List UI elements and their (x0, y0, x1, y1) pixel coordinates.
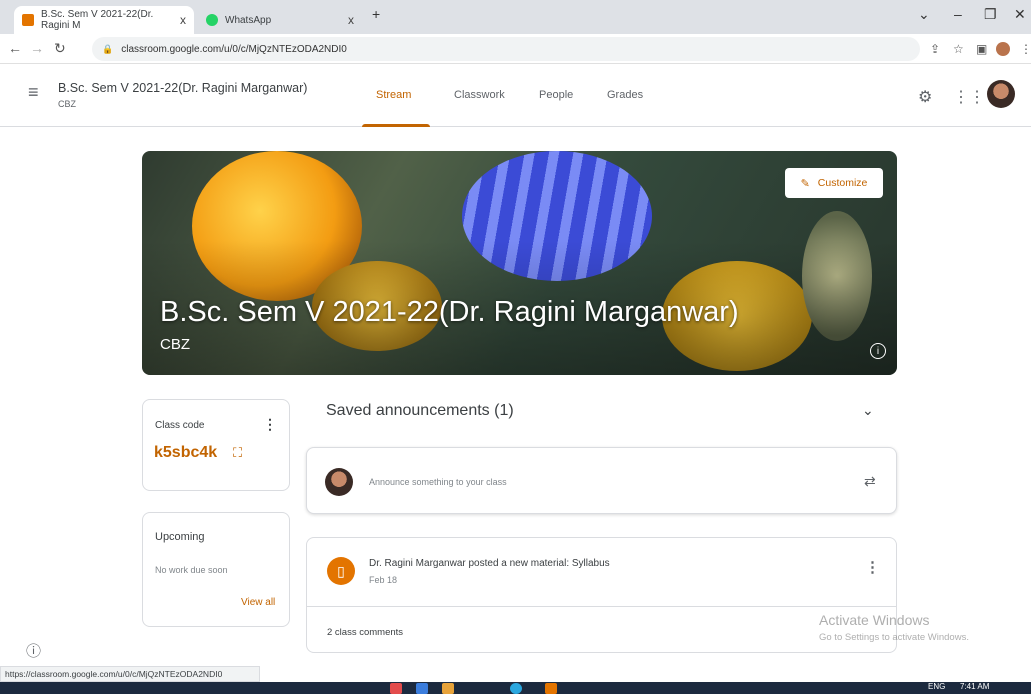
taskbar-app-icon[interactable] (545, 683, 557, 694)
customize-label: Customize (817, 177, 868, 189)
browser-toolbar: ← → ↻ 🔒 classroom.google.com/u/0/c/MjQzN… (0, 34, 1031, 64)
more-options-icon[interactable]: ⋮ (865, 558, 880, 576)
class-code-value: k5sbc4k (154, 444, 218, 461)
classroom-header: ≡ B.Sc. Sem V 2021-22(Dr. Ragini Marganw… (0, 64, 1031, 127)
taskbar-app-icon[interactable] (390, 683, 402, 694)
settings-gear-icon[interactable]: ⚙ (918, 87, 932, 107)
taskbar-language[interactable]: ENG (928, 682, 945, 691)
view-all-link[interactable]: View all (241, 597, 275, 608)
tab-stream[interactable]: Stream (376, 89, 411, 101)
forward-icon[interactable]: → (30, 40, 44, 56)
class-info-icon[interactable]: i (870, 343, 886, 359)
classroom-favicon-icon (22, 14, 34, 26)
taskbar-clock[interactable]: 7:41 AM (960, 682, 989, 691)
browser-tab-strip: B.Sc. Sem V 2021-22(Dr. Ragini M x Whats… (0, 0, 1031, 34)
activate-windows-watermark: Activate Windows Go to Settings to activ… (819, 612, 969, 643)
customize-button[interactable]: ✎ Customize (785, 168, 883, 198)
reuse-post-icon[interactable]: ⇄ (864, 473, 876, 490)
upcoming-title: Upcoming (155, 531, 205, 543)
class-code-card: Class code ⋮ k5sbc4k ⛶ (142, 399, 290, 491)
fullscreen-icon[interactable]: ⛶ (233, 445, 242, 461)
close-window-icon[interactable]: ✕ (1014, 6, 1026, 23)
announce-box[interactable]: Announce something to your class ⇄ (306, 447, 897, 514)
main-menu-icon[interactable]: ≡ (28, 82, 39, 103)
browser-menu-icon[interactable]: ⋮ (1020, 42, 1031, 56)
divider (307, 606, 896, 607)
taskbar-app-icon[interactable] (442, 683, 454, 694)
restore-icon[interactable]: ❐ (984, 6, 997, 23)
share-icon[interactable]: ⇪ (930, 42, 940, 56)
class-code-label: Class code (155, 420, 205, 431)
active-tab-indicator (362, 124, 430, 127)
class-banner: B.Sc. Sem V 2021-22(Dr. Ragini Marganwar… (142, 151, 897, 375)
banner-class-section: CBZ (160, 336, 190, 353)
upcoming-card: Upcoming No work due soon View all (142, 512, 290, 627)
tab-classwork[interactable]: Classwork (454, 89, 505, 101)
profile-avatar-icon[interactable] (996, 42, 1010, 56)
windows-taskbar: ENG 7:41 AM (0, 682, 1031, 694)
back-icon[interactable]: ← (8, 40, 22, 56)
tab-close-icon[interactable]: x (180, 13, 186, 27)
taskbar-app-icon[interactable] (510, 683, 522, 694)
chevron-down-icon[interactable]: ⌄ (862, 402, 874, 419)
post-title[interactable]: Dr. Ragini Marganwar posted a new materi… (369, 558, 610, 569)
pencil-icon: ✎ (800, 177, 810, 190)
material-icon: ▯ (327, 557, 355, 585)
link-status-bar: https://classroom.google.com/u/0/c/MjQzN… (0, 666, 260, 682)
whatsapp-favicon-icon (206, 14, 218, 26)
browser-tab-whatsapp[interactable]: WhatsApp x (198, 6, 362, 34)
banner-class-title: B.Sc. Sem V 2021-22(Dr. Ragini Marganwar… (160, 296, 739, 328)
watermark-line-1: Activate Windows (819, 612, 930, 628)
class-comments-link[interactable]: 2 class comments (327, 627, 403, 638)
minimize-icon[interactable]: – (954, 6, 962, 22)
post-date: Feb 18 (369, 575, 398, 585)
new-tab-button[interactable]: + (372, 6, 380, 22)
announce-placeholder[interactable]: Announce something to your class (369, 477, 507, 487)
url-text: classroom.google.com/u/0/c/MjQzNTEzODA2N… (121, 43, 347, 55)
class-section: CBZ (58, 99, 76, 109)
tab-close-icon[interactable]: x (348, 13, 354, 27)
account-avatar[interactable] (987, 80, 1015, 108)
banner-shade (142, 151, 897, 375)
tab-people[interactable]: People (539, 89, 573, 101)
tab-title: WhatsApp (225, 14, 272, 26)
more-options-icon[interactable]: ⋮ (263, 416, 277, 433)
class-title[interactable]: B.Sc. Sem V 2021-22(Dr. Ragini Marganwar… (58, 81, 307, 95)
bookmark-star-icon[interactable]: ☆ (953, 42, 964, 56)
tab-title: B.Sc. Sem V 2021-22(Dr. Ragini M (41, 9, 154, 31)
tab-grades[interactable]: Grades (607, 89, 643, 101)
reload-icon[interactable]: ↻ (54, 40, 66, 57)
stream-post[interactable]: ▯ Dr. Ragini Marganwar posted a new mate… (306, 537, 897, 653)
browser-tab-classroom[interactable]: B.Sc. Sem V 2021-22(Dr. Ragini M x (14, 6, 194, 34)
address-bar[interactable]: 🔒 classroom.google.com/u/0/c/MjQzNTEzODA… (92, 37, 920, 61)
sidepanel-icon[interactable]: ▣ (976, 42, 987, 56)
lock-icon: 🔒 (102, 43, 114, 54)
taskbar-app-icon[interactable] (416, 683, 428, 694)
tab-search-icon[interactable]: ⌄ (918, 6, 930, 23)
help-icon[interactable]: ⓘ (26, 640, 41, 661)
user-avatar (325, 468, 353, 496)
watermark-line-2: Go to Settings to activate Windows. (819, 632, 969, 643)
upcoming-text: No work due soon (155, 565, 228, 575)
apps-grid-icon[interactable]: ⋮⋮ (953, 87, 985, 107)
saved-announcements[interactable]: Saved announcements (1) (326, 402, 514, 420)
